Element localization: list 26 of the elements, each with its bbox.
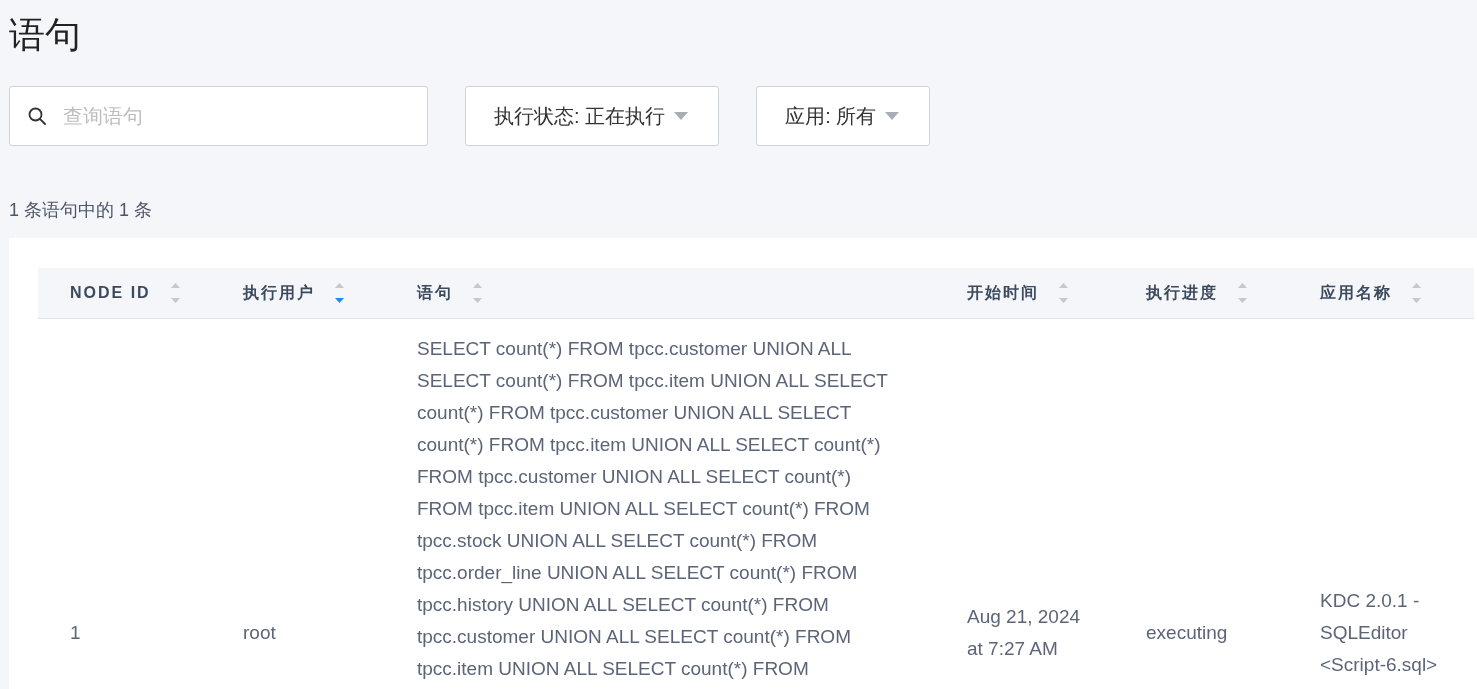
search-icon — [28, 107, 46, 125]
filter-dropdown[interactable]: 应用: 所有 — [756, 86, 931, 146]
sort-icon[interactable] — [1412, 282, 1421, 303]
column-header[interactable]: 开始时间 — [967, 280, 1068, 305]
search-field[interactable]: 查询语句 — [9, 86, 428, 146]
table-cell: SELECT count(*) FROM tpcc.customer UNION ALL SELECT count(*) FROM tpcc.item UNION ALL SELECT count(*) FROM tpcc.customer UNION ALL SELECT count(*) FROM tpcc.item UNION ALL SELECT count(*) FROM tpcc.customer UNION ALL SELECT count(*) FROM tpcc.item UNION ALL SELECT count(*) FROM tpcc.stock UNION ALL SELECT count(*) FROM tpcc.order_line UNION ALL SELECT count(*) FROM tpcc.history UNION ALL SELECT count(*) FROM tpcc.customer UNION ALL SELECT count(*) FROM tpcc.item UNION ALL SELECT count(*) FROM — [385, 318, 935, 687]
sort-icon[interactable] — [1059, 282, 1068, 303]
table-cell: root — [211, 318, 385, 687]
column-header[interactable]: 应用名称 — [1320, 280, 1421, 305]
caret-down-icon — [674, 112, 689, 120]
sort-icon[interactable] — [473, 282, 482, 303]
column-header[interactable]: NODE ID — [70, 280, 180, 305]
table-cell: KDC 2.0.1 - SQLEditor <Script-6.sql> — [1288, 318, 1474, 687]
column-header[interactable]: 执行用户 — [243, 280, 344, 305]
column-header[interactable]: 执行进度 — [1146, 280, 1247, 305]
filter-dropdown[interactable]: 执行状态: 正在执行 — [465, 86, 720, 146]
sort-icon[interactable] — [170, 282, 180, 303]
page-title: 语句 — [9, 13, 81, 57]
table-cell: 1 — [38, 318, 211, 687]
sort-icon[interactable] — [1238, 282, 1247, 303]
caret-down-icon — [885, 112, 900, 120]
table-cell: executing — [1114, 318, 1288, 687]
sort-icon[interactable] — [335, 282, 344, 303]
column-header[interactable]: 语句 — [417, 280, 482, 305]
table-cell: Aug 21, 2024 at 7:27 AM — [935, 318, 1114, 687]
result-count: 1 条语句中的 1 条 — [9, 199, 153, 222]
